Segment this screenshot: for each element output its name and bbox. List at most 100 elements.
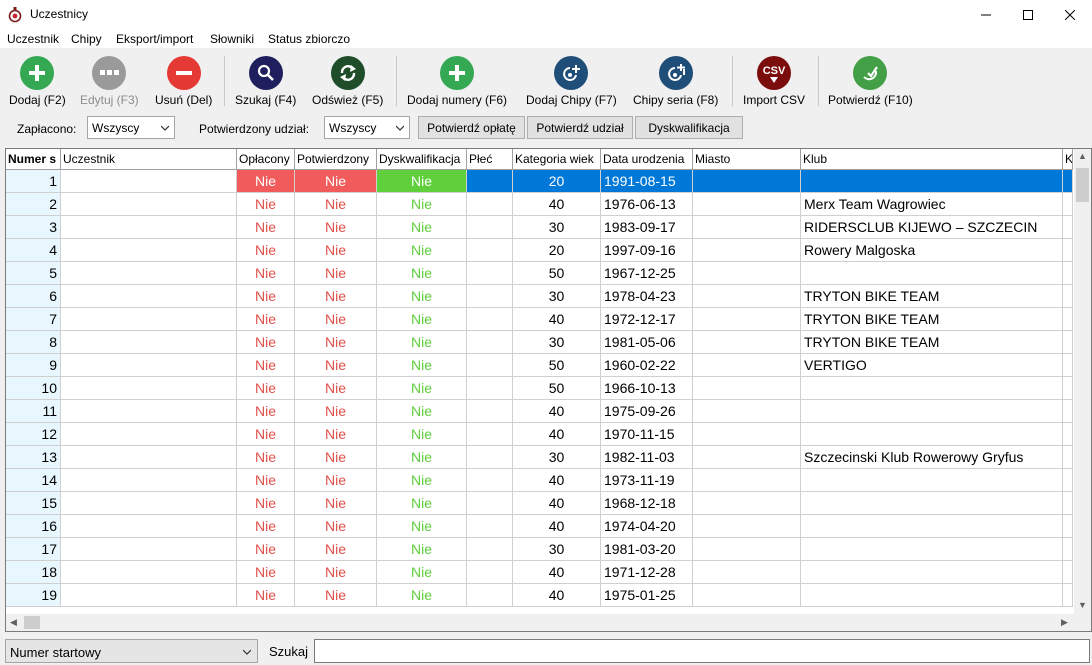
cell-gender[interactable]: [467, 377, 513, 400]
cell-birth-date[interactable]: 1971-12-28: [601, 561, 693, 584]
minimize-button[interactable]: [963, 0, 1009, 30]
cell-city[interactable]: [693, 239, 801, 262]
cell-extra[interactable]: [1063, 239, 1073, 262]
col-number-header[interactable]: Numer s: [6, 149, 61, 170]
cell-number[interactable]: 12: [6, 423, 61, 446]
cell-age-category[interactable]: 40: [513, 193, 601, 216]
paid-filter-select[interactable]: Wszyscy: [87, 116, 175, 139]
cell-gender[interactable]: [467, 331, 513, 354]
cell-gender[interactable]: [467, 446, 513, 469]
cell-birth-date[interactable]: 1968-12-18: [601, 492, 693, 515]
cell-club[interactable]: [801, 561, 1063, 584]
menu-status-zbiorczo[interactable]: Status zbiorczo: [268, 32, 350, 46]
table-row[interactable]: 13 Nie Nie Nie 30 1982-11-03 Szczecinski Klub …: [6, 446, 1073, 469]
cell-paid[interactable]: Nie: [237, 285, 295, 308]
cell-age-category[interactable]: 40: [513, 308, 601, 331]
menu-uczestnik[interactable]: Uczestnik: [7, 32, 59, 46]
cell-confirmed[interactable]: Nie: [295, 331, 377, 354]
table-row[interactable]: 16 Nie Nie Nie 40 1974-04-20: [6, 515, 1073, 538]
cell-birth-date[interactable]: 1975-01-25: [601, 584, 693, 607]
cell-club[interactable]: [801, 584, 1063, 607]
cell-participant[interactable]: [61, 538, 237, 561]
cell-city[interactable]: [693, 515, 801, 538]
cell-birth-date[interactable]: 1975-09-26: [601, 400, 693, 423]
cell-gender[interactable]: [467, 515, 513, 538]
cell-birth-date[interactable]: 1982-11-03: [601, 446, 693, 469]
cell-paid[interactable]: Nie: [237, 377, 295, 400]
cell-club[interactable]: [801, 170, 1063, 193]
table-row[interactable]: 10 Nie Nie Nie 50 1966-10-13: [6, 377, 1073, 400]
cell-confirmed[interactable]: Nie: [295, 216, 377, 239]
cell-club[interactable]: TRYTON BIKE TEAM: [801, 331, 1063, 354]
horizontal-scrollbar[interactable]: ◀ ▶: [6, 614, 1091, 631]
cell-age-category[interactable]: 20: [513, 239, 601, 262]
cell-extra[interactable]: [1063, 400, 1073, 423]
search-input[interactable]: [314, 639, 1090, 663]
table-row[interactable]: 11 Nie Nie Nie 40 1975-09-26: [6, 400, 1073, 423]
cell-disqualified[interactable]: Nie: [377, 170, 467, 193]
cell-club[interactable]: TRYTON BIKE TEAM: [801, 308, 1063, 331]
edit-button[interactable]: Edytuj (F3): [80, 56, 139, 110]
menu-slowniki[interactable]: Słowniki: [210, 32, 254, 46]
cell-disqualified[interactable]: Nie: [377, 239, 467, 262]
cell-confirmed[interactable]: Nie: [295, 262, 377, 285]
cell-confirmed[interactable]: Nie: [295, 400, 377, 423]
col-participant-header[interactable]: Uczestnik: [61, 149, 237, 170]
cell-confirmed[interactable]: Nie: [295, 515, 377, 538]
cell-number[interactable]: 5: [6, 262, 61, 285]
confirm-payment-button[interactable]: Potwierdź opłatę: [418, 116, 525, 139]
cell-number[interactable]: 19: [6, 584, 61, 607]
cell-club[interactable]: Rowery Malgoska: [801, 239, 1063, 262]
scroll-left-icon[interactable]: ◀: [10, 617, 17, 628]
cell-gender[interactable]: [467, 239, 513, 262]
cell-number[interactable]: 10: [6, 377, 61, 400]
cell-disqualified[interactable]: Nie: [377, 193, 467, 216]
cell-birth-date[interactable]: 1983-09-17: [601, 216, 693, 239]
cell-age-category[interactable]: 40: [513, 423, 601, 446]
cell-club[interactable]: [801, 492, 1063, 515]
cell-disqualified[interactable]: Nie: [377, 377, 467, 400]
cell-disqualified[interactable]: Nie: [377, 446, 467, 469]
table-row[interactable]: 17 Nie Nie Nie 30 1981-03-20: [6, 538, 1073, 561]
cell-club[interactable]: VERTIGO: [801, 354, 1063, 377]
cell-number[interactable]: 3: [6, 216, 61, 239]
cell-extra[interactable]: [1063, 193, 1073, 216]
table-row[interactable]: 2 Nie Nie Nie 40 1976-06-13 Merx Team Wagrowie…: [6, 193, 1073, 216]
cell-disqualified[interactable]: Nie: [377, 331, 467, 354]
col-gender-header[interactable]: Płeć: [467, 149, 513, 170]
cell-age-category[interactable]: 40: [513, 584, 601, 607]
cell-age-category[interactable]: 40: [513, 469, 601, 492]
cell-paid[interactable]: Nie: [237, 492, 295, 515]
cell-paid[interactable]: Nie: [237, 193, 295, 216]
cell-gender[interactable]: [467, 561, 513, 584]
cell-paid[interactable]: Nie: [237, 584, 295, 607]
cell-club[interactable]: [801, 377, 1063, 400]
cell-city[interactable]: [693, 400, 801, 423]
col-confirmed-header[interactable]: Potwierdzony: [295, 149, 377, 170]
cell-participant[interactable]: [61, 262, 237, 285]
table-row[interactable]: 19 Nie Nie Nie 40 1975-01-25: [6, 584, 1073, 607]
cell-extra[interactable]: [1063, 331, 1073, 354]
cell-club[interactable]: [801, 469, 1063, 492]
cell-city[interactable]: [693, 423, 801, 446]
cell-disqualified[interactable]: Nie: [377, 285, 467, 308]
cell-participant[interactable]: [61, 308, 237, 331]
cell-extra[interactable]: [1063, 262, 1073, 285]
add-button[interactable]: Dodaj (F2): [9, 56, 66, 110]
cell-birth-date[interactable]: 1981-05-06: [601, 331, 693, 354]
cell-number[interactable]: 15: [6, 492, 61, 515]
cell-confirmed[interactable]: Nie: [295, 354, 377, 377]
cell-disqualified[interactable]: Nie: [377, 492, 467, 515]
cell-confirmed[interactable]: Nie: [295, 561, 377, 584]
delete-button[interactable]: Usuń (Del): [155, 56, 212, 110]
cell-participant[interactable]: [61, 584, 237, 607]
cell-extra[interactable]: [1063, 492, 1073, 515]
cell-number[interactable]: 7: [6, 308, 61, 331]
cell-disqualified[interactable]: Nie: [377, 515, 467, 538]
cell-participant[interactable]: [61, 561, 237, 584]
vertical-scrollbar[interactable]: ▲ ▼: [1074, 149, 1091, 615]
maximize-button[interactable]: [1005, 0, 1051, 30]
cell-paid[interactable]: Nie: [237, 423, 295, 446]
cell-paid[interactable]: Nie: [237, 216, 295, 239]
cell-club[interactable]: [801, 515, 1063, 538]
